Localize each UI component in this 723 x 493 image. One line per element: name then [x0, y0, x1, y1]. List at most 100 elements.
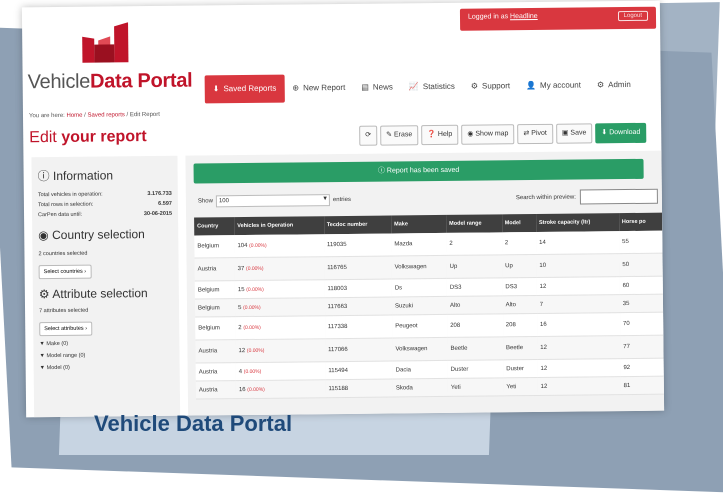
nav-item-admin[interactable]: ⚙ Admin — [589, 71, 639, 100]
page-length: Show 100 entries — [198, 194, 351, 208]
table-cell: Up — [446, 254, 503, 279]
table-cell: Alto — [446, 295, 503, 315]
table-cell: Suzuki — [391, 296, 448, 315]
eraser-icon: ✎ — [386, 131, 393, 139]
column-header[interactable]: Stroke capacity (ltr) — [535, 213, 620, 232]
table-cell: Austria — [195, 380, 237, 400]
show-map-button[interactable]: ◉ Show map — [461, 124, 515, 145]
select-countries-button[interactable]: Select countries › — [38, 264, 92, 280]
login-bar: Logged in as Headline Logout — [459, 6, 657, 31]
table-cell: 14 — [536, 231, 620, 255]
table-cell: 37 (0.00%) — [234, 256, 325, 281]
nav-item-saved-reports[interactable]: ⬇ Saved Reports — [204, 74, 285, 104]
main-nav: ⬇ Saved Reports ⊕ New Report ▤ News 📈 Statistic… — [204, 71, 639, 104]
nav-item-statistics[interactable]: 📈 Statistics — [401, 73, 463, 102]
report-table: Country Vehicles in Operation Tecdoc numbe… — [194, 212, 664, 400]
logout-button[interactable]: Logout — [617, 10, 649, 22]
table-cell: 12 — [537, 358, 621, 378]
report-toolbar: ⟳ ✎ Erase ❓ Help ◉ Show map ⇄ Pivot ▣ Sa… — [359, 122, 647, 146]
table-cell: 2 — [501, 231, 537, 255]
table-cell: Yeti — [447, 377, 504, 397]
table-cell: 2 (0.00%) — [235, 315, 325, 340]
help-button[interactable]: ❓ Help — [421, 124, 459, 146]
saved-notice: ⓘ Report has been saved — [193, 158, 644, 184]
app-screenshot: Logged in as Headline Logout VehicleData… — [21, 0, 665, 418]
table-cell: Austria — [195, 339, 236, 364]
column-header[interactable]: Model — [501, 213, 537, 233]
filter-model[interactable]: ▼ Model (0) — [34, 361, 180, 375]
column-header[interactable]: Country — [194, 217, 235, 236]
table-cell: DS3 — [446, 277, 503, 297]
pivot-button[interactable]: ⇄ Pivot — [517, 123, 553, 145]
column-header[interactable]: Tecdoc number — [323, 215, 392, 235]
news-icon: ▤ — [361, 82, 369, 92]
table-cell: 2 — [446, 232, 503, 256]
nav-item-new-report[interactable]: ⊕ New Report — [284, 74, 353, 103]
table-cell: 208 — [502, 313, 538, 337]
select-attributes-button[interactable]: Select attributes › — [39, 321, 93, 337]
table-cell: 4 (0.00%) — [235, 361, 326, 381]
table-cell: 118003 — [324, 278, 392, 298]
table-cell: Belgium — [194, 298, 236, 318]
column-header[interactable]: Horse po — [618, 212, 663, 232]
refresh-button[interactable]: ⟳ — [359, 125, 378, 146]
table-cell: 7 — [536, 294, 620, 314]
table-cell: 12 — [537, 335, 621, 360]
search-input[interactable] — [579, 188, 658, 205]
table-cell: 16 — [536, 312, 621, 337]
table-cell: Mazda — [391, 232, 447, 256]
country-selection-heading: ◉ Country selection — [38, 227, 145, 243]
table-cell: 16 (0.00%) — [235, 379, 326, 399]
breadcrumb-current: Edit Report — [129, 111, 160, 119]
table-cell: Duster — [503, 359, 538, 378]
user-icon: 👤 — [526, 80, 537, 91]
table-cell: Belgium — [195, 316, 236, 341]
column-header[interactable]: Vehicles in Operation — [234, 216, 324, 236]
table-cell: Beetle — [502, 336, 538, 360]
logo-text[interactable]: VehicleData Portal — [28, 70, 193, 95]
table-cell: Volkswagen — [392, 337, 448, 361]
breadcrumb-home[interactable]: Home — [66, 113, 82, 119]
breadcrumb-saved-reports[interactable]: Saved reports — [87, 112, 124, 118]
table-cell: Skoda — [392, 378, 448, 397]
table-row[interactable]: Austria 16 (0.00%) 115188 Skoda Yeti Yeti 12 81 — [195, 376, 664, 400]
table-cell: Up — [502, 254, 537, 278]
nav-item-support[interactable]: ⚙ Support — [463, 72, 518, 101]
table-cell: 35 — [619, 294, 664, 313]
info-icon: ⓘ — [37, 169, 50, 184]
information-heading: ⓘ Information — [37, 168, 114, 184]
admin-icon: ⚙ — [596, 80, 605, 90]
table-cell: Volkswagen — [391, 255, 447, 279]
table-cell: Peugeot — [392, 314, 448, 338]
search-area: Search within preview: — [516, 188, 658, 205]
page-title: Edit your report — [29, 128, 147, 147]
table-cell: Belgium — [194, 235, 235, 259]
save-icon: ▣ — [561, 129, 569, 137]
table-cell: 55 — [619, 230, 663, 254]
attributes-summary: 7 attributes selected — [39, 307, 89, 315]
countries-summary: 2 countries selected — [38, 250, 88, 258]
gears-icon: ⚙ — [38, 287, 50, 302]
column-header[interactable]: Make — [391, 214, 447, 234]
column-header[interactable]: Model range — [446, 214, 502, 233]
attribute-selection-heading: ⚙ Attribute selection — [38, 286, 148, 302]
chart-icon: 📈 — [408, 82, 419, 92]
page-length-select[interactable]: 100 — [215, 194, 330, 208]
erase-button[interactable]: ✎ Erase — [380, 125, 419, 146]
table-cell: 117066 — [324, 337, 393, 362]
help-icon: ❓ — [427, 131, 436, 139]
download-button[interactable]: ⬇ Download — [595, 122, 647, 144]
table-cell: DS3 — [502, 277, 537, 296]
table-cell: 115188 — [325, 378, 393, 398]
table-cell: 104 (0.00%) — [234, 234, 325, 258]
nav-item-my-account[interactable]: 👤 My account — [518, 71, 589, 100]
save-button[interactable]: ▣ Save — [555, 123, 593, 144]
nav-item-news[interactable]: ▤ News — [353, 73, 401, 101]
table-cell: Beetle — [447, 336, 504, 361]
user-link[interactable]: Headline — [510, 13, 538, 20]
table-cell: 115494 — [325, 360, 393, 380]
table-cell: 70 — [619, 312, 664, 336]
report-preview: ⓘ Report has been saved Show 100 entries… — [185, 150, 665, 416]
table-cell: 10 — [536, 253, 620, 278]
table-cell: 92 — [620, 358, 664, 377]
